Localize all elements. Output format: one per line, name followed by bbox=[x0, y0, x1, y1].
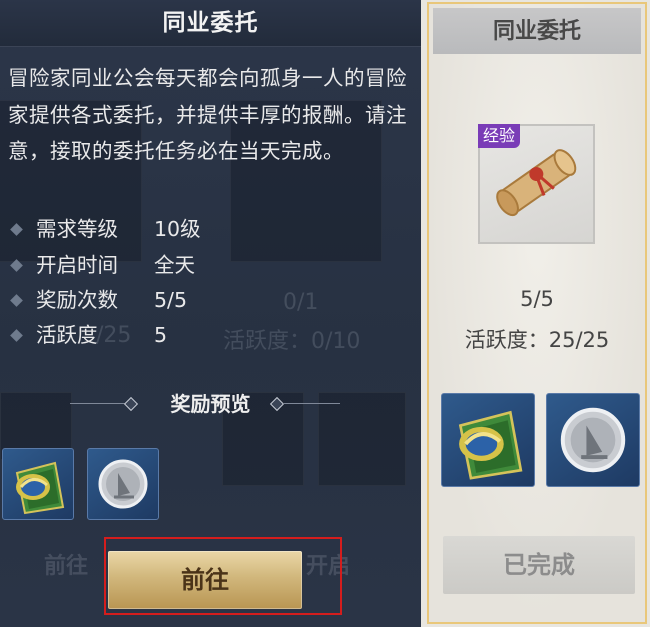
reward-preview-header: 奖励预览 bbox=[0, 388, 421, 420]
exp-badge: 经验 bbox=[478, 124, 521, 148]
card-item-guild-ticket[interactable] bbox=[441, 393, 535, 487]
silver-coin-icon bbox=[98, 459, 148, 509]
info-label: 开启时间 bbox=[36, 253, 118, 277]
reward-preview-title: 奖励预览 bbox=[170, 392, 251, 416]
activity-text: 活跃度：25/25 bbox=[464, 328, 610, 352]
info-value: 5/5 bbox=[154, 288, 187, 312]
bg-progress: 0/1 bbox=[283, 290, 319, 315]
info-label: 活跃度 bbox=[36, 323, 98, 347]
bg-button-left: 前往 bbox=[44, 553, 89, 579]
info-value: 全天 bbox=[154, 253, 195, 277]
guild-ticket-icon bbox=[15, 461, 65, 515]
completed-button: 已完成 bbox=[443, 536, 635, 594]
highlight-box bbox=[104, 537, 342, 615]
reward-item-silver-coin[interactable] bbox=[87, 448, 159, 520]
info-label: 奖励次数 bbox=[36, 288, 118, 312]
guild-ticket-icon bbox=[458, 410, 523, 480]
commission-card[interactable]: 同业委托 经验 5/5 活跃度：25/25 已完成 bbox=[427, 2, 647, 624]
bg-activity-mid: 活跃度：0/10 bbox=[223, 329, 361, 354]
popup-title: 同业委托 bbox=[162, 9, 259, 36]
commission-popup: 0/1 /25 活跃度：0/10 前往 开启 同业委托 冒险家同业公会每天都会向… bbox=[0, 0, 421, 627]
diamond-bullet-icon bbox=[10, 329, 23, 342]
info-value: 10级 bbox=[154, 217, 201, 241]
bg-activity-left: /25 bbox=[96, 323, 132, 348]
reward-item-guild-ticket[interactable] bbox=[2, 448, 74, 520]
card-item-silver-coin[interactable] bbox=[546, 393, 640, 487]
popup-description: 冒险家同业公会每天都会向孤身一人的冒险家提供各式委托，并提供丰厚的报酬。请注意，… bbox=[8, 66, 407, 163]
reward-count: 5/5 bbox=[520, 287, 554, 311]
diamond-bullet-icon bbox=[10, 294, 23, 307]
info-value: 5 bbox=[154, 323, 168, 347]
info-label: 需求等级 bbox=[36, 217, 118, 241]
divider bbox=[284, 403, 340, 404]
silver-coin-icon bbox=[560, 407, 626, 473]
card-title: 同业委托 bbox=[492, 18, 581, 44]
